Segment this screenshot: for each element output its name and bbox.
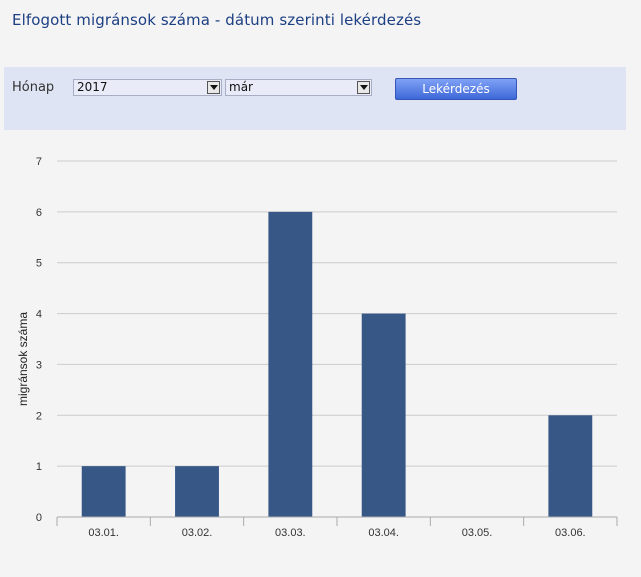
- page-title: Elfogott migránsok száma - dátum szerint…: [12, 11, 422, 29]
- bar: [361, 313, 406, 517]
- year-select[interactable]: 2017: [73, 79, 222, 96]
- x-tick-label: 03.06.: [555, 527, 586, 539]
- y-tick-label: 7: [36, 156, 42, 168]
- x-tick-label: 03.01.: [88, 527, 119, 539]
- y-tick-labels: 0 1 2 3 4 5 6 7: [36, 156, 42, 524]
- month-dropdown-arrow-icon[interactable]: [357, 81, 370, 94]
- x-tick-label: 03.04.: [368, 527, 399, 539]
- x-tick-label: 03.02.: [182, 527, 213, 539]
- year-select-value: 2017: [77, 80, 108, 94]
- month-select-value: már: [229, 80, 253, 94]
- x-tick-labels: 03.01. 03.02. 03.03. 03.04. 03.05. 03.06.: [88, 527, 585, 539]
- y-tick-label: 2: [36, 410, 42, 422]
- x-tick-label: 03.03.: [275, 527, 306, 539]
- year-dropdown-arrow-icon[interactable]: [207, 81, 220, 94]
- x-tick-label: 03.05.: [462, 527, 493, 539]
- y-tick-label: 6: [36, 207, 42, 219]
- y-tick-label: 4: [36, 309, 42, 321]
- y-axis-title: migránsok száma: [16, 312, 30, 406]
- bar: [175, 466, 219, 517]
- bar: [548, 415, 593, 517]
- filter-panel: Hónap 2017 már Lekérdezés: [4, 67, 626, 130]
- bar: [268, 211, 313, 517]
- y-tick-label: 5: [36, 258, 42, 270]
- month-label: Hónap: [12, 80, 55, 95]
- query-button[interactable]: Lekérdezés: [395, 78, 517, 100]
- bar-chart: 01234567 03.01. 03.02. 03.03. 03.04. 03.05. 0…: [16, 156, 618, 539]
- y-tick-label: 1: [36, 461, 42, 473]
- gridlines: [57, 160, 617, 467]
- x-axis: [56, 516, 618, 526]
- bar: [81, 466, 126, 517]
- month-select[interactable]: már: [225, 79, 372, 96]
- y-tick-label: 3: [36, 359, 42, 371]
- y-tick-label: 0: [36, 512, 42, 524]
